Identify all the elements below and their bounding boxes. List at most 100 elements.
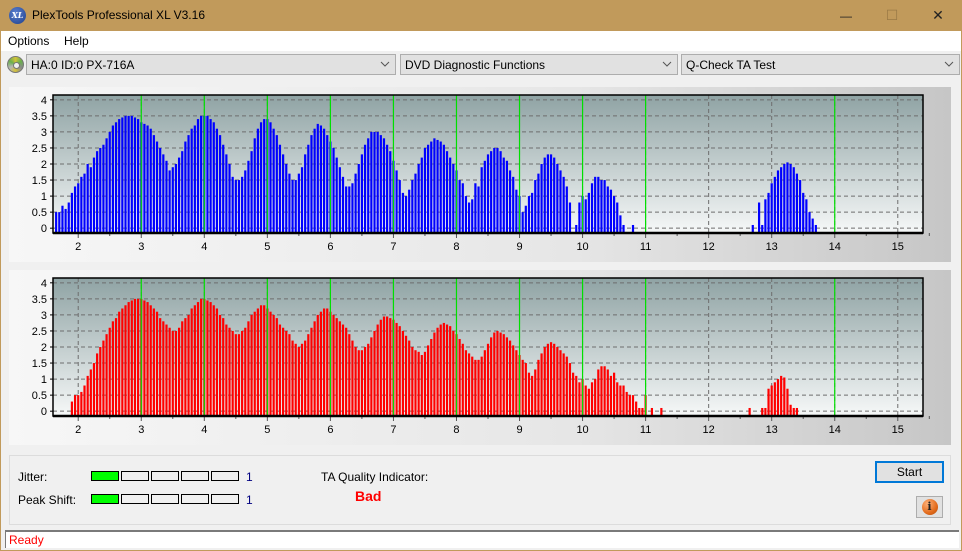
maximize-button[interactable]: ☐	[869, 0, 915, 31]
bar	[398, 180, 401, 233]
bar	[228, 327, 231, 416]
bar	[96, 151, 99, 233]
bar	[783, 377, 786, 416]
bar	[326, 135, 329, 233]
bar	[162, 154, 165, 233]
bar	[597, 176, 600, 233]
bar	[89, 167, 92, 233]
bar	[597, 369, 600, 416]
bar	[436, 139, 439, 233]
menu-help[interactable]: Help	[64, 34, 89, 48]
jitter-chart: 0 0.5 1 1.5 2 2.5 3 3.5 4 2 3 4 5 6 7 8 9 10 11 12 13 14 15	[32, 94, 930, 253]
bar	[556, 164, 559, 233]
bar	[304, 154, 307, 233]
bar	[565, 186, 568, 233]
bar	[215, 128, 219, 233]
bar	[411, 347, 414, 416]
function-select[interactable]: DVD Diagnostic Functions	[400, 54, 678, 75]
bar	[114, 318, 118, 416]
bar	[80, 391, 83, 416]
x-tick-label: 11	[640, 241, 651, 253]
bar	[452, 330, 455, 416]
bar	[282, 154, 285, 233]
bar	[417, 351, 420, 416]
bar	[363, 347, 367, 416]
bar	[256, 128, 259, 233]
bar	[105, 138, 108, 233]
x-tick-label: 7	[390, 241, 396, 253]
peak-shift-meter-segment	[181, 494, 209, 504]
bar	[805, 199, 808, 233]
app-window: XL PlexTools Professional XL V3.16 — ☐ ✕…	[1, 0, 961, 550]
bar	[241, 176, 244, 233]
x-tick-label: 15	[892, 424, 904, 436]
bar	[130, 300, 133, 416]
bar	[490, 151, 493, 233]
bar	[811, 218, 814, 233]
x-tick-label: 13	[766, 424, 778, 436]
bar	[209, 119, 212, 233]
bar	[553, 157, 556, 233]
bar	[143, 123, 146, 233]
bar	[776, 170, 780, 233]
bar	[130, 115, 133, 233]
maximize-icon: ☐	[885, 7, 899, 23]
x-tick-label: 4	[201, 241, 207, 253]
x-tick-label: 9	[516, 241, 522, 253]
bar	[423, 147, 427, 233]
y-tick-label: 1.5	[32, 175, 47, 187]
bar	[433, 138, 436, 233]
test-select[interactable]: Q-Check TA Test	[681, 54, 960, 75]
drive-select[interactable]: HA:0 ID:0 PX-716A	[26, 54, 396, 75]
y-tick-label: 4	[41, 278, 47, 290]
bar	[515, 189, 518, 233]
ta-quality-label: TA Quality Indicator:	[321, 470, 429, 484]
bar	[559, 170, 562, 233]
bar	[121, 308, 124, 416]
info-button[interactable]: i	[916, 496, 943, 518]
bar	[767, 192, 770, 233]
bar	[187, 135, 190, 233]
close-button[interactable]: ✕	[915, 0, 961, 31]
chevron-down-icon	[380, 61, 390, 67]
ta-quality-value: Bad	[355, 488, 382, 504]
bar	[348, 186, 351, 233]
bar	[300, 343, 304, 416]
bar	[616, 382, 619, 416]
bar	[534, 180, 537, 233]
bar	[445, 324, 449, 416]
bar	[474, 359, 477, 416]
bar	[502, 157, 505, 233]
bar	[297, 173, 300, 233]
bar	[609, 375, 613, 416]
bar	[802, 192, 805, 233]
minimize-button[interactable]: —	[823, 0, 869, 31]
peak-shift-chart-panel: 0 0.5 1 1.5 2 2.5 3 3.5 4 2 3 4 5 6 7 8 9 10 11 12 13 14 15	[9, 270, 951, 445]
x-tick-label: 14	[829, 424, 841, 436]
start-button[interactable]: Start	[875, 461, 944, 483]
bar	[408, 189, 411, 233]
bar	[798, 180, 802, 233]
bar	[417, 164, 420, 233]
bar	[291, 180, 294, 233]
bar	[505, 337, 509, 416]
bar	[108, 327, 111, 416]
bar	[786, 388, 789, 416]
bar	[218, 314, 222, 416]
menu-options[interactable]: Options	[8, 34, 49, 48]
bar	[187, 314, 190, 416]
bar	[304, 340, 307, 416]
bar	[294, 180, 297, 233]
bar	[193, 125, 196, 233]
bar	[370, 337, 373, 416]
bar	[77, 395, 80, 416]
bar	[99, 147, 102, 233]
bar	[527, 372, 531, 416]
bar	[253, 311, 256, 416]
x-tick-label: 7	[390, 424, 396, 436]
bar	[471, 356, 474, 416]
bar	[181, 151, 184, 233]
bar	[80, 176, 83, 233]
jitter-label: Jitter:	[18, 470, 48, 484]
bar	[300, 167, 304, 233]
